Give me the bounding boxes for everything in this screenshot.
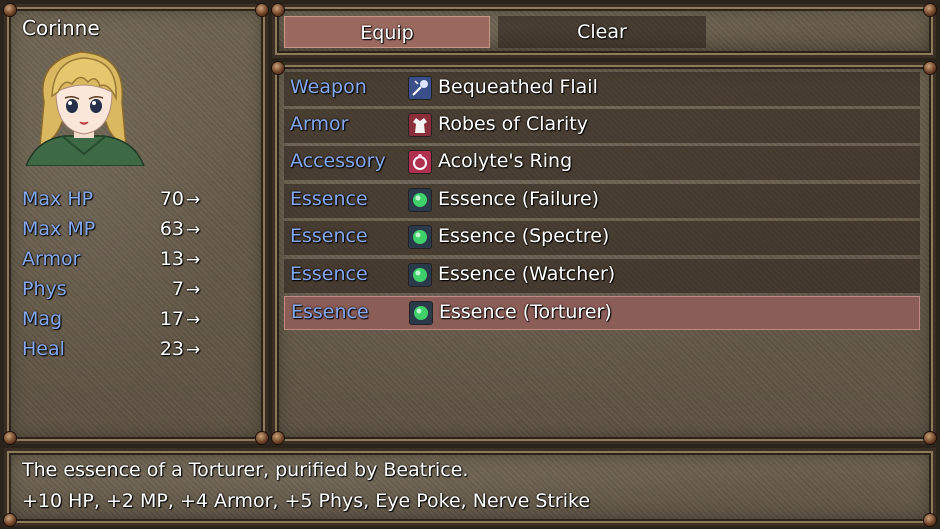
slot-type-label: Armor: [290, 113, 349, 135]
stat-label-max-mp: Max MP: [22, 218, 96, 240]
frame-bolt: [256, 432, 268, 444]
stat-arrow: →: [186, 340, 201, 360]
flail-icon: [408, 76, 432, 100]
slot-row-essence-4-selected[interactable]: Essence Essence (Torturer): [284, 296, 920, 330]
frame-bolt: [272, 62, 284, 74]
frame-bolt: [272, 4, 284, 16]
slot-row-armor[interactable]: Armor Robes of Clarity: [284, 109, 920, 143]
stat-arrow: →: [186, 310, 201, 330]
stat-value-armor: 13: [159, 248, 184, 270]
actor-name: Corinne: [22, 16, 100, 40]
stat-arrow: →: [186, 280, 201, 300]
slot-row-essence-2[interactable]: Essence Essence (Spectre): [284, 221, 920, 255]
help-description: The essence of a Torturer, purified by B…: [22, 459, 469, 481]
equip-command[interactable]: Equip: [284, 16, 490, 48]
frame-bolt: [256, 4, 268, 16]
slot-type-label: Essence: [290, 263, 368, 285]
slot-row-essence-1[interactable]: Essence Essence (Failure): [284, 184, 920, 218]
slot-type-label: Accessory: [290, 150, 386, 172]
slot-item-name: Essence (Torturer): [439, 301, 612, 323]
frame-bolt: [4, 4, 16, 16]
green-orb-icon: [409, 301, 433, 325]
slot-row-essence-3[interactable]: Essence Essence (Watcher): [284, 259, 920, 293]
stat-label-heal: Heal: [22, 338, 65, 360]
slot-item-name: Bequeathed Flail: [438, 76, 598, 98]
slot-item-name: Acolyte's Ring: [438, 150, 573, 172]
slot-item-name: Essence (Spectre): [438, 225, 610, 247]
stat-value-phys: 7: [171, 278, 184, 300]
frame-bolt: [4, 432, 16, 444]
slot-item-name: Robes of Clarity: [438, 113, 588, 135]
green-orb-icon: [408, 188, 432, 212]
stat-arrow: →: [186, 220, 201, 240]
stat-label-max-hp: Max HP: [22, 188, 94, 210]
frame-bolt: [924, 514, 936, 526]
green-orb-icon: [408, 263, 432, 287]
stat-arrow: →: [186, 190, 201, 210]
frame-bolt: [4, 514, 16, 526]
frame-bolt: [924, 4, 936, 16]
help-effects: +10 HP, +2 MP, +4 Armor, +5 Phys, Eye Po…: [22, 490, 591, 512]
slot-type-label: Essence: [290, 188, 368, 210]
frame-bolt: [272, 432, 284, 444]
stat-value-max-hp: 70: [159, 188, 184, 210]
slot-row-weapon[interactable]: Weapon Bequeathed Flail: [284, 72, 920, 106]
robe-icon: [408, 113, 432, 137]
slot-type-label: Essence: [290, 225, 368, 247]
stat-arrow: →: [186, 250, 201, 270]
stat-value-heal: 23: [159, 338, 184, 360]
stat-label-mag: Mag: [22, 308, 63, 330]
slot-item-name: Essence (Watcher): [438, 263, 616, 285]
stat-value-mag: 17: [159, 308, 184, 330]
ring-icon: [408, 150, 432, 174]
frame-bolt: [924, 432, 936, 444]
slot-row-accessory[interactable]: Accessory Acolyte's Ring: [284, 146, 920, 180]
stat-label-armor: Armor: [22, 248, 81, 270]
stat-value-max-mp: 63: [159, 218, 184, 240]
stat-label-phys: Phys: [22, 278, 67, 300]
blonde-heroine-portrait: [25, 51, 145, 166]
slot-item-name: Essence (Failure): [438, 188, 600, 210]
slot-type-label: Essence: [291, 301, 369, 323]
clear-command[interactable]: Clear: [498, 16, 706, 48]
slot-type-label: Weapon: [290, 76, 367, 98]
green-orb-icon: [408, 225, 432, 249]
frame-bolt: [924, 62, 936, 74]
